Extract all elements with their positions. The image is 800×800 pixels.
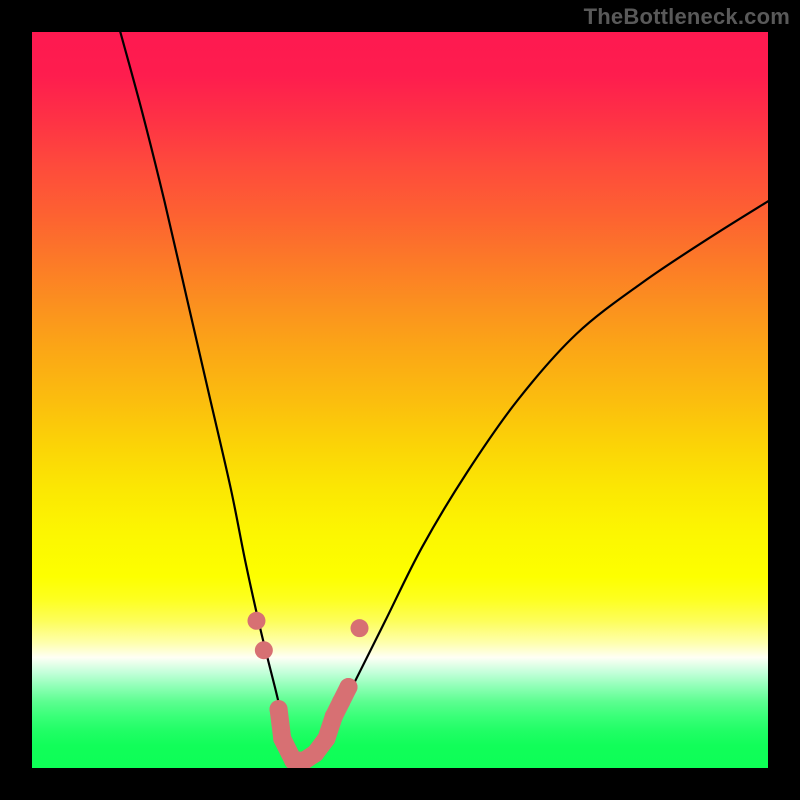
marker-group [247,612,368,768]
marker-dot [247,612,265,630]
watermark-text: TheBottleneck.com [584,4,790,30]
chart-frame: TheBottleneck.com [0,0,800,800]
chart-svg [32,32,768,768]
marker-dot [255,641,273,659]
marker-dot [273,730,291,748]
marker-dot [339,678,357,696]
plot-area [32,32,768,768]
marker-dot [306,744,324,762]
marker-dot [270,700,288,718]
marker-dot [351,619,369,637]
bottleneck-curve [120,32,768,763]
marker-dot [317,730,335,748]
